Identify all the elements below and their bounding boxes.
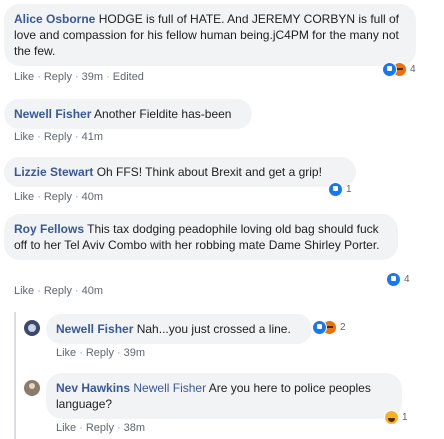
separator: · (74, 191, 79, 203)
like-reaction-icon (312, 320, 327, 335)
reply-bubble: Nev Hawkins Newell Fisher Are you here t… (46, 373, 402, 419)
like-link[interactable]: Like (14, 131, 34, 143)
separator: · (79, 422, 83, 434)
reply-author[interactable]: Newell Fisher (56, 322, 133, 336)
separator: · (37, 191, 41, 203)
reply-thread-line (14, 312, 16, 439)
reply-author[interactable]: Nev Hawkins (56, 381, 130, 395)
reply-link[interactable]: Reply (86, 347, 114, 359)
reply-link[interactable]: Reply (44, 131, 72, 143)
like-link[interactable]: Like (14, 191, 34, 203)
mention-link[interactable]: Newell Fisher (133, 381, 206, 395)
reaction-summary[interactable]: 1 (384, 410, 408, 425)
reaction-count: 1 (346, 184, 352, 195)
haha-reaction-icon (384, 410, 399, 425)
comment-bubble: Newell Fisher Another Fieldite has-been (4, 99, 252, 129)
separator: · (74, 71, 79, 83)
reaction-summary[interactable]: 1 (328, 182, 352, 197)
reaction-count: 1 (402, 412, 408, 423)
reply-link[interactable]: Reply (86, 422, 114, 434)
reply-link[interactable]: Reply (44, 191, 72, 203)
comment-actions: Like · Reply · 40m (14, 284, 103, 298)
like-reaction-icon (328, 182, 343, 197)
separator: · (116, 422, 121, 434)
like-link[interactable]: Like (14, 285, 34, 297)
like-reaction-icon (386, 272, 401, 287)
reaction-summary[interactable]: 4 (382, 62, 416, 77)
comment-author[interactable]: Newell Fisher (14, 107, 91, 121)
separator: · (74, 285, 79, 297)
like-link[interactable]: Like (14, 71, 34, 83)
like-link[interactable]: Like (56, 422, 76, 434)
reply-link[interactable]: Reply (44, 285, 72, 297)
separator: · (79, 347, 83, 359)
reaction-count: 2 (340, 322, 346, 333)
separator: · (37, 71, 41, 83)
timestamp-link[interactable]: 38m (124, 422, 145, 434)
comment-bubble: Lizzie Stewart Oh FFS! Think about Brexi… (4, 157, 356, 187)
reply-text: Nah...you just crossed a line. (136, 322, 291, 336)
avatar[interactable] (24, 380, 40, 396)
comment-author[interactable]: Roy Fellows (14, 222, 84, 236)
comment-bubble: Roy Fellows This tax dodging peadophile … (4, 214, 398, 260)
reaction-summary[interactable]: 2 (312, 320, 346, 335)
comment-actions: Like · Reply · 41m (14, 130, 103, 144)
separator: · (106, 71, 110, 83)
timestamp-link[interactable]: 41m (82, 131, 103, 143)
reaction-count: 4 (410, 64, 416, 75)
like-link[interactable]: Like (56, 347, 76, 359)
separator: · (37, 131, 41, 143)
like-reaction-icon (382, 62, 397, 77)
separator: · (37, 285, 41, 297)
reply-actions: Like · Reply · 39m (56, 346, 145, 360)
separator: · (116, 347, 121, 359)
timestamp-link[interactable]: 39m (82, 71, 103, 83)
timestamp-link[interactable]: 40m (82, 285, 103, 297)
timestamp-link[interactable]: 39m (124, 347, 145, 359)
separator: · (74, 131, 79, 143)
reaction-count: 4 (404, 274, 410, 285)
reply-actions: Like · Reply · 38m (56, 421, 145, 435)
comment-text: Oh FFS! Think about Brexit and get a gri… (96, 165, 322, 179)
reply-bubble: Newell Fisher Nah...you just crossed a l… (46, 314, 312, 344)
timestamp-link[interactable]: 40m (82, 191, 103, 203)
edited-label[interactable]: Edited (113, 71, 144, 83)
reaction-summary[interactable]: 4 (386, 272, 410, 287)
reply-link[interactable]: Reply (44, 71, 72, 83)
comment-author[interactable]: Alice Osborne (14, 12, 95, 26)
comment-author[interactable]: Lizzie Stewart (14, 165, 93, 179)
comment-actions: Like · Reply · 40m (14, 190, 103, 204)
comment-actions: Like · Reply · 39m · Edited (14, 70, 144, 84)
comment-text: Another Fieldite has-been (94, 107, 232, 121)
comment-bubble: Alice Osborne HODGE is full of HATE. And… (4, 4, 416, 66)
avatar[interactable] (24, 320, 40, 336)
